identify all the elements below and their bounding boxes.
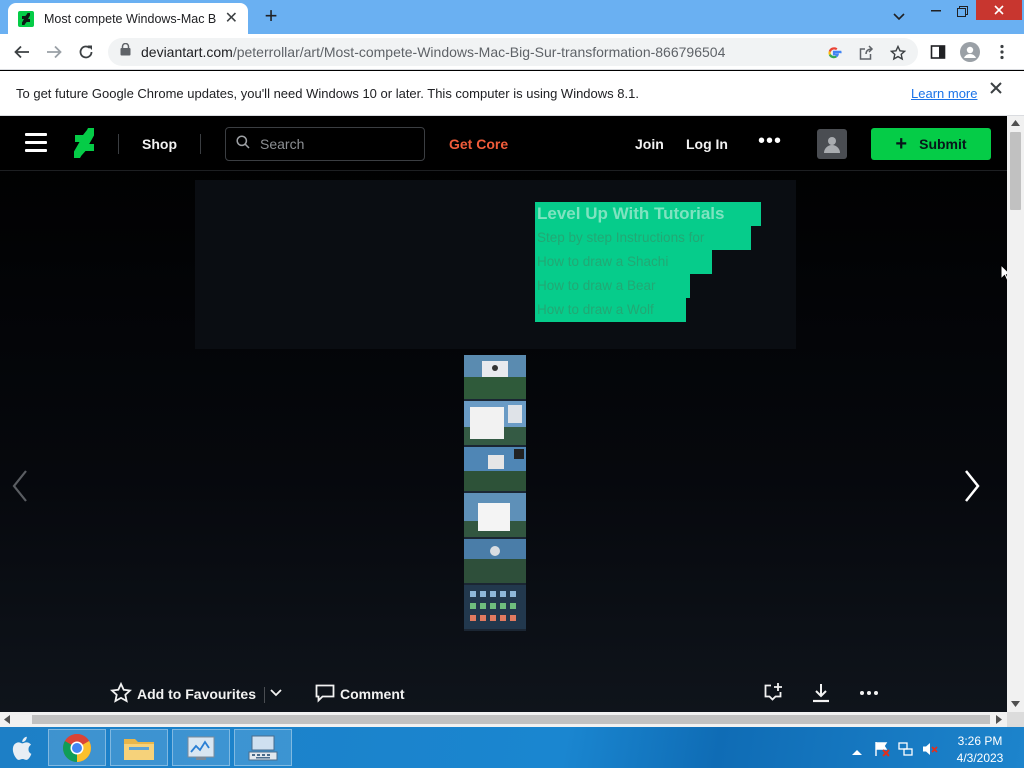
clock-date: 4/3/2023 (956, 751, 1004, 765)
deviantart-favicon-icon (18, 10, 34, 27)
share-icon[interactable] (856, 43, 876, 63)
join-link[interactable]: Join (635, 136, 664, 152)
chrome-icon (63, 733, 91, 762)
mouse-cursor-icon (1000, 263, 1007, 287)
comment-button[interactable]: Comment (340, 686, 405, 702)
add-to-favourites-button[interactable]: Add to Favourites (137, 686, 256, 702)
submit-button[interactable]: + Submit (871, 128, 991, 160)
vertical-scroll-thumb[interactable] (1010, 132, 1021, 210)
network-icon[interactable] (898, 741, 914, 757)
artwork-frame (464, 539, 526, 583)
horizontal-scrollbar[interactable] (0, 712, 1007, 727)
header-divider (118, 134, 119, 154)
search-icon (236, 134, 250, 154)
address-bar[interactable]: deviantart.com/peterrollar/art/Most-comp… (108, 38, 918, 66)
system-clock[interactable]: 3:26 PM 4/3/2023 (948, 733, 1012, 767)
artwork-frame (464, 401, 526, 445)
side-panel-icon[interactable] (926, 40, 950, 64)
show-hidden-icons-icon[interactable] (852, 744, 868, 760)
tab-close-icon[interactable]: ✕ (225, 10, 238, 27)
page-viewport: Shop Get Core Join Log In ••• + Submit L… (0, 116, 1007, 712)
google-translate-icon[interactable] (824, 43, 844, 63)
ad-title[interactable]: Level Up With Tutorials (537, 204, 725, 224)
ad-link[interactable]: How to draw a Wolf (537, 302, 654, 317)
get-core-link[interactable]: Get Core (449, 136, 508, 152)
collections-chevron-down-icon[interactable] (268, 685, 290, 707)
tab-strip: Most compete Windows-Mac Big Sur transfo… (0, 0, 1024, 34)
star-icon[interactable] (109, 681, 133, 704)
search-box (225, 127, 425, 161)
browser-toolbar: deviantart.com/peterrollar/art/Most-comp… (0, 34, 1024, 70)
site-header: Shop Get Core Join Log In ••• + Submit (0, 116, 1007, 171)
windows-taskbar (0, 727, 1024, 768)
action-center-flag-icon[interactable] (874, 741, 890, 757)
comment-icon[interactable] (314, 682, 336, 704)
apple-start-icon[interactable] (8, 733, 38, 763)
deviation-action-bar: Add to Favourites Comment (0, 679, 1007, 711)
bookmark-star-icon[interactable] (888, 43, 908, 63)
horizontal-scroll-thumb[interactable] (32, 715, 990, 724)
volume-muted-icon[interactable] (922, 741, 938, 757)
infobar-close-icon[interactable] (990, 81, 1010, 103)
infobar-message: To get future Google Chrome updates, you… (16, 86, 639, 101)
shop-link[interactable]: Shop (142, 136, 177, 152)
more-actions-icon[interactable] (858, 682, 880, 704)
taskbar-chrome-button[interactable] (48, 729, 106, 766)
download-icon[interactable] (810, 682, 832, 704)
chrome-menu-icon[interactable] (990, 40, 1014, 64)
folder-icon (124, 738, 154, 760)
artwork-image[interactable] (464, 355, 526, 631)
search-input[interactable] (260, 136, 410, 152)
browser-tab[interactable]: Most compete Windows-Mac Big Sur transfo… (8, 3, 248, 34)
deviantart-logo-icon[interactable] (72, 128, 96, 158)
window-close-button[interactable] (976, 0, 1022, 20)
ad-line: Step by step Instructions for (537, 230, 705, 245)
back-arrow-icon[interactable] (10, 40, 34, 64)
login-link[interactable]: Log In (686, 136, 728, 152)
reload-icon[interactable] (74, 40, 98, 64)
ad-link[interactable]: How to draw a Shachi (537, 254, 668, 269)
scrollbar-corner (1007, 712, 1024, 727)
previous-arrow-icon[interactable] (6, 466, 36, 506)
tab-title: Most compete Windows-Mac Big Sur transfo… (44, 11, 217, 26)
add-to-collection-icon[interactable] (762, 682, 784, 704)
artwork-frame (464, 355, 526, 399)
learn-more-link[interactable]: Learn more (911, 86, 977, 101)
tab-search-chevron-icon[interactable] (888, 6, 910, 28)
window-restore-button[interactable] (950, 0, 974, 22)
clock-time: 3:26 PM (957, 734, 1003, 748)
action-divider (264, 687, 265, 703)
artwork-frame (464, 585, 526, 629)
user-avatar-icon[interactable] (817, 129, 847, 159)
performance-monitor-icon (187, 736, 215, 760)
taskbar-remote-desktop-button[interactable] (234, 729, 292, 766)
url-text: deviantart.com/peterrollar/art/Most-comp… (141, 44, 726, 60)
vertical-scrollbar[interactable] (1007, 116, 1024, 712)
taskbar-task-manager-button[interactable] (172, 729, 230, 766)
chrome-update-infobar: To get future Google Chrome updates, you… (0, 71, 1024, 116)
header-divider (200, 134, 201, 154)
lock-icon[interactable] (120, 42, 131, 61)
keyboard-monitor-icon (248, 735, 278, 760)
hamburger-menu-icon[interactable] (25, 133, 47, 153)
taskbar-file-explorer-button[interactable] (110, 729, 168, 766)
window-minimize-button[interactable] (924, 0, 948, 22)
submit-label: Submit (919, 136, 967, 152)
artwork-frame (464, 493, 526, 537)
new-tab-button[interactable]: + (260, 5, 282, 28)
ad-link[interactable]: How to draw a Bear (537, 278, 656, 293)
plus-icon: + (895, 133, 908, 155)
artwork-frame (464, 447, 526, 491)
next-arrow-icon[interactable] (956, 466, 986, 506)
forward-arrow-icon[interactable] (42, 40, 66, 64)
more-options-icon[interactable]: ••• (758, 130, 782, 153)
profile-avatar-icon[interactable] (958, 40, 982, 64)
